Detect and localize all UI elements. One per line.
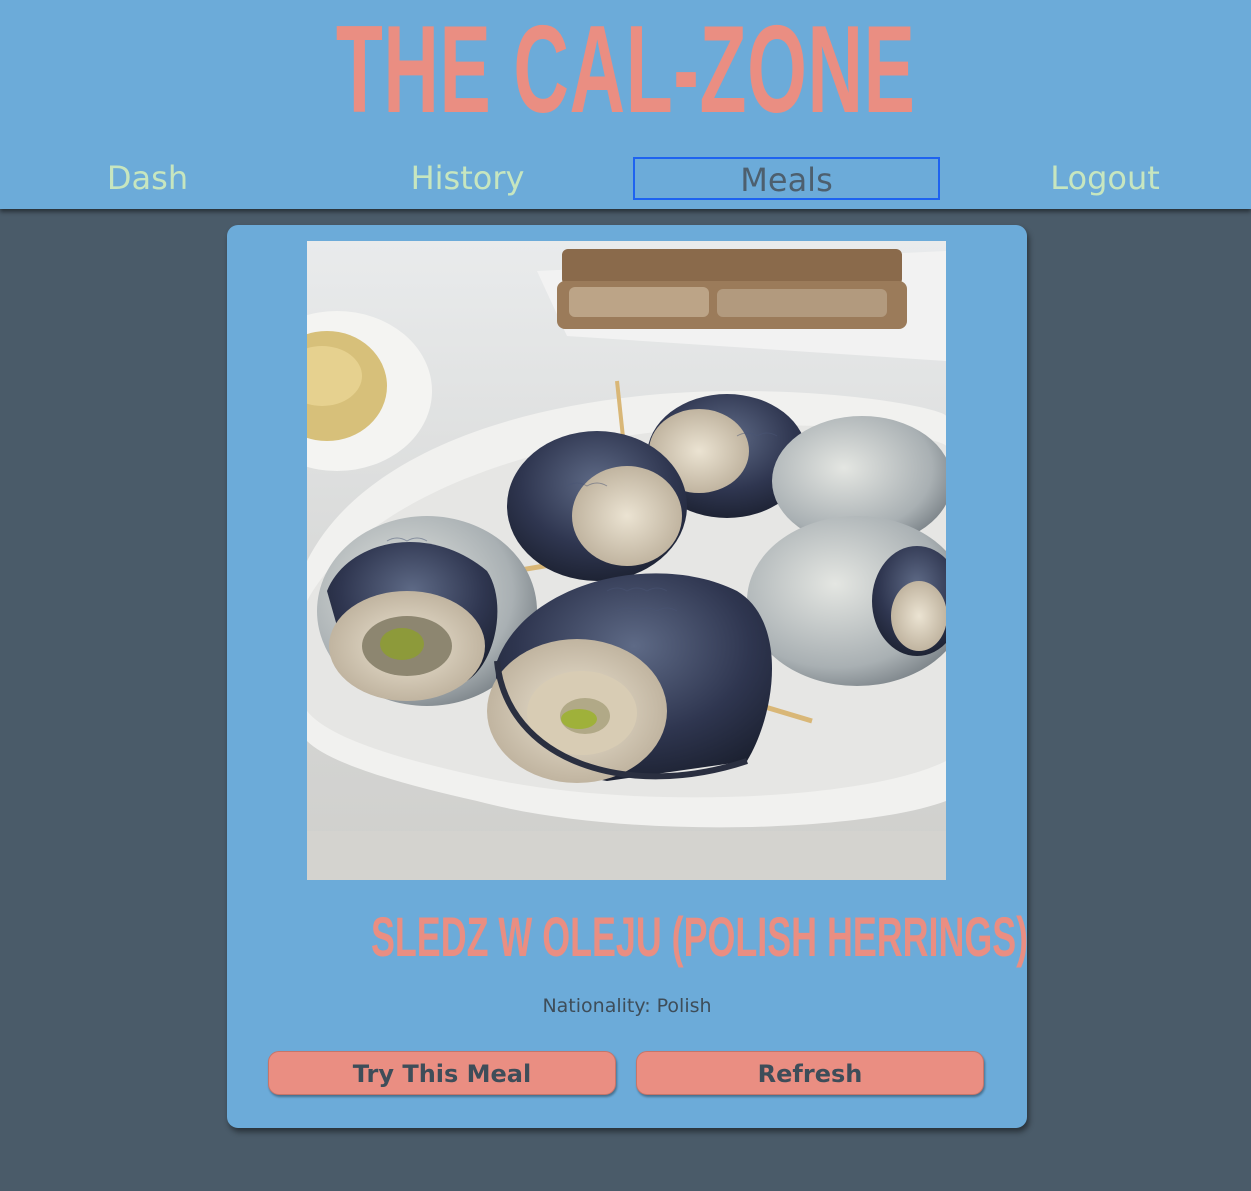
- meal-nationality: Nationality: Polish: [542, 995, 712, 1017]
- site-header: THE CAL-ZONE Dash History Meals Logout: [0, 0, 1251, 209]
- meal-title: SLEDZ W OLEJU (POLISH HERRINGS): [371, 905, 1029, 968]
- main-nav: Dash History Meals Logout: [0, 157, 1251, 200]
- nav-meals[interactable]: Meals: [633, 157, 940, 200]
- meal-image: [307, 241, 946, 880]
- nav-logout[interactable]: Logout: [955, 157, 1251, 200]
- meal-card: SLEDZ W OLEJU (POLISH HERRINGS) National…: [227, 225, 1029, 1128]
- nav-history[interactable]: History: [315, 157, 620, 200]
- site-title: THE CAL-ZONE: [335, 1, 916, 139]
- refresh-button[interactable]: Refresh: [636, 1051, 984, 1095]
- nav-dash[interactable]: Dash: [0, 157, 295, 200]
- try-meal-button[interactable]: Try This Meal: [268, 1051, 616, 1095]
